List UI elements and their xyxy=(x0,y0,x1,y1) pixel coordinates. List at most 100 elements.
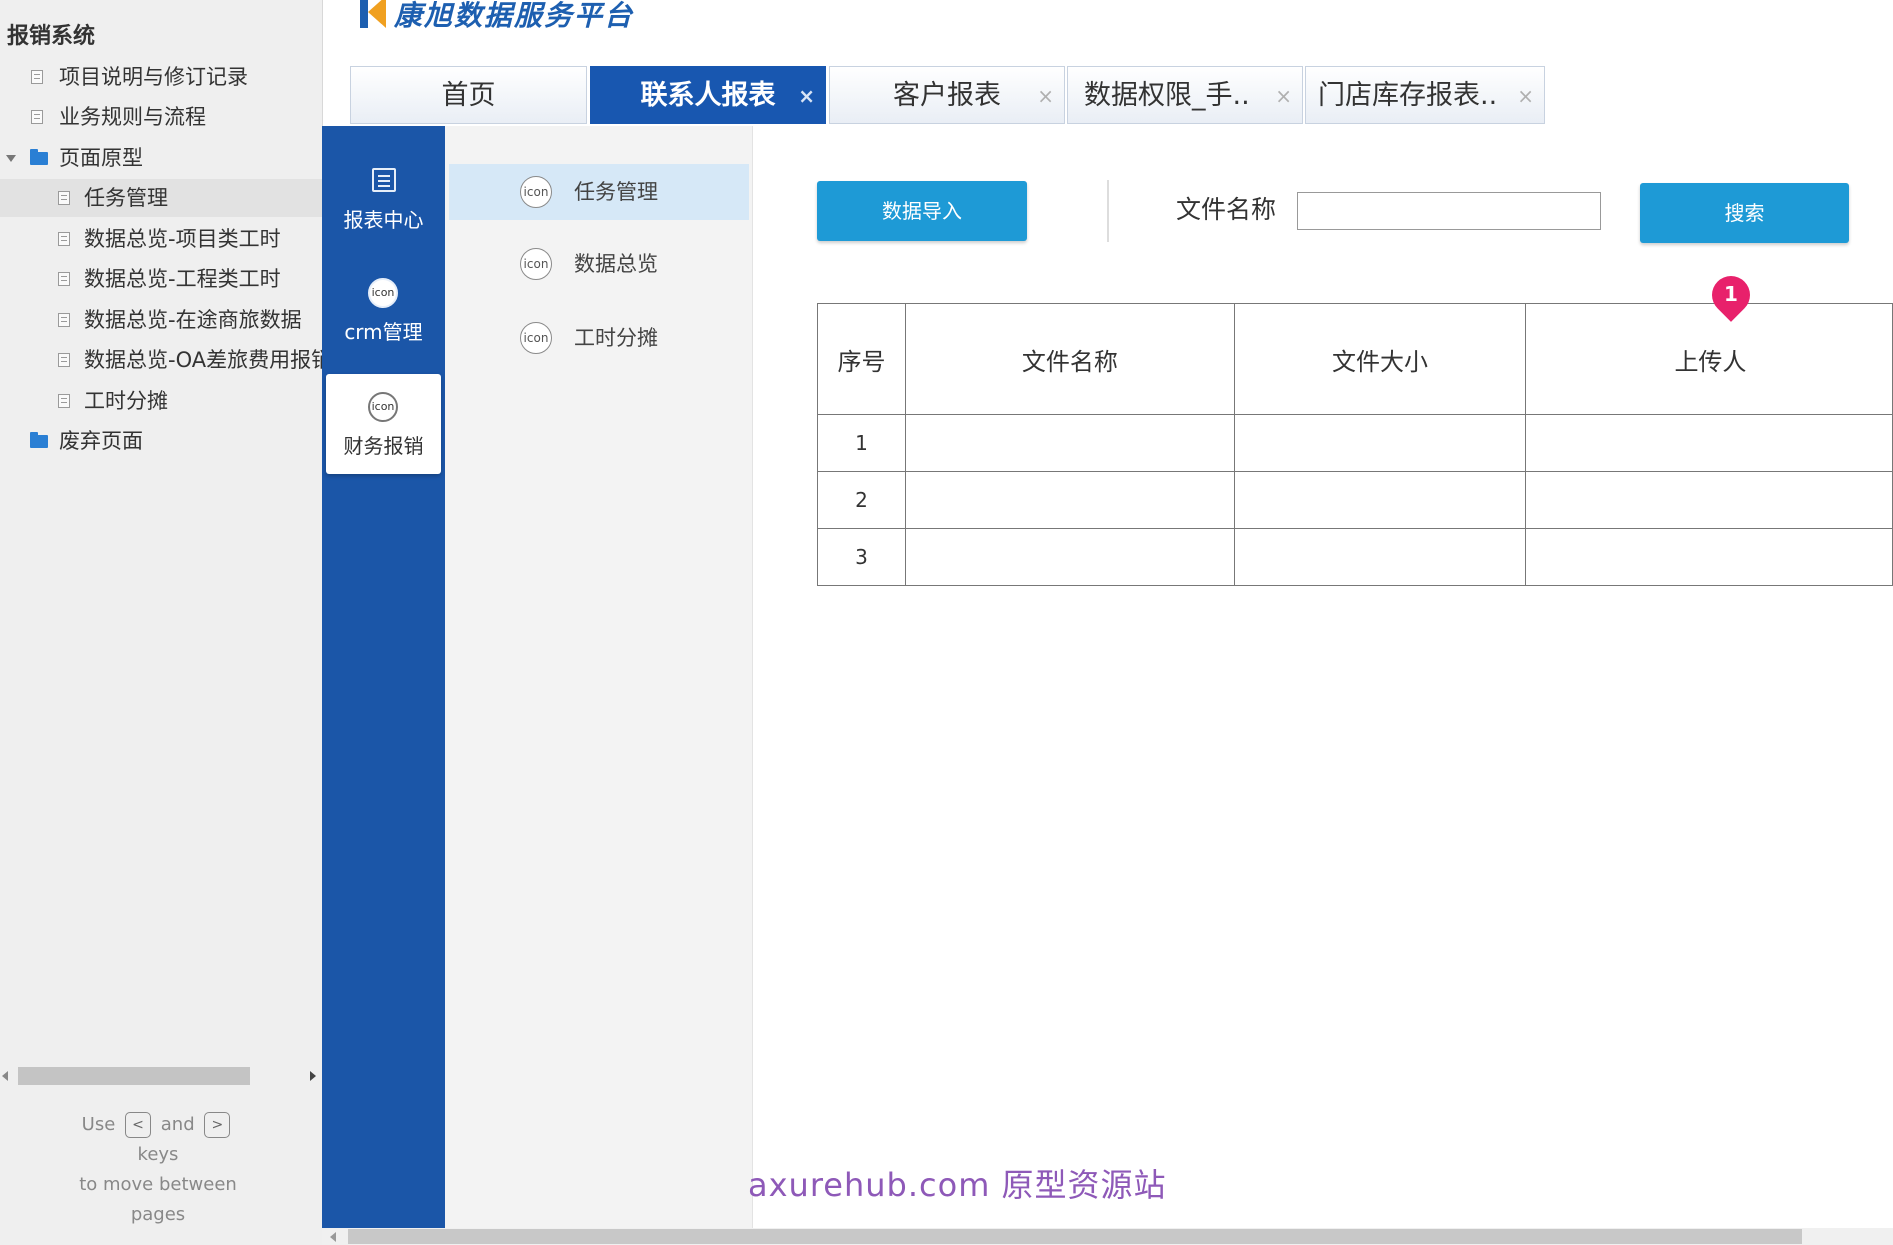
logo-text: 康旭数据服务平台 xyxy=(394,0,635,32)
submenu-item-label: 数据总览 xyxy=(574,252,658,276)
placeholder-icon: icon xyxy=(368,278,398,308)
table-cell-index: 2 xyxy=(816,471,907,529)
scrollbar-thumb[interactable] xyxy=(348,1229,1802,1244)
page-icon xyxy=(58,353,70,367)
sitemap-item-label: 数据总览-项目类工时 xyxy=(84,227,281,251)
sitemap-item-overview-project-hours[interactable]: 数据总览-项目类工时 xyxy=(0,220,322,258)
sitemap-item-label: 数据总览-在途商旅数据 xyxy=(84,308,302,332)
sitemap-item-label: 数据总览-工程类工时 xyxy=(84,267,281,291)
sitemap-horizontal-scrollbar[interactable] xyxy=(0,1065,322,1087)
sitemap-item-project-notes[interactable]: 项目说明与修订记录 xyxy=(0,58,322,96)
filename-label: 文件名称 xyxy=(1176,195,1277,224)
sitemap-item-label: 工时分摊 xyxy=(84,389,168,413)
table-cell xyxy=(1233,528,1527,586)
app-logo: 康旭数据服务平台 xyxy=(358,0,634,34)
table-cell xyxy=(905,471,1235,529)
sitemap-item-label: 项目说明与修订记录 xyxy=(59,65,248,89)
page-icon xyxy=(58,313,70,327)
close-icon[interactable]: × xyxy=(1037,67,1054,123)
tab-home[interactable]: 首页 xyxy=(350,66,587,124)
sitemap-item-label: 废弃页面 xyxy=(59,429,143,453)
expand-arrow-icon[interactable] xyxy=(6,155,16,162)
placeholder-icon: icon xyxy=(520,322,552,354)
scrollbar-thumb[interactable] xyxy=(18,1067,250,1085)
hint-use-text: Use xyxy=(81,1114,116,1135)
submenu-item-hours-allocation[interactable]: icon 工时分摊 xyxy=(449,310,749,366)
toolbar-divider xyxy=(1107,180,1109,242)
submenu-item-task-management[interactable]: icon 任务管理 xyxy=(449,164,749,220)
logo-mark-icon xyxy=(358,0,388,28)
page-icon xyxy=(58,232,70,246)
close-icon[interactable]: × xyxy=(1275,67,1292,123)
list-icon xyxy=(372,168,396,192)
nav-item-label: 财务报销 xyxy=(343,434,424,458)
table-cell-index: 3 xyxy=(816,528,907,586)
previous-key-icon: < xyxy=(125,1112,152,1138)
file-table: 序号 文件名称 文件大小 上传人 1 2 3 xyxy=(816,303,1893,586)
scroll-left-arrow-icon[interactable] xyxy=(2,1071,8,1081)
page-icon xyxy=(58,394,70,408)
table-cell xyxy=(905,414,1235,472)
hint-line3-text: to move between xyxy=(79,1174,237,1195)
sitemap-item-overview-travel-data[interactable]: 数据总览-在途商旅数据 xyxy=(0,301,322,339)
sitemap-folder-deprecated[interactable]: 废弃页面 xyxy=(0,422,322,460)
main-horizontal-scrollbar[interactable] xyxy=(322,1228,1893,1245)
column-header-filename: 文件名称 xyxy=(905,303,1235,415)
tab-customer-report[interactable]: 客户报表 × xyxy=(829,66,1065,124)
table-row: 2 xyxy=(816,471,1893,529)
sitemap-panel: 报销系统 项目说明与修订记录 业务规则与流程 页面原型 任务管理 数据总览-项目… xyxy=(0,0,323,1245)
tab-data-permission[interactable]: 数据权限_手.. × xyxy=(1067,66,1303,124)
tab-store-inventory-report[interactable]: 门店库存报表.. × xyxy=(1305,66,1545,124)
page-icon xyxy=(58,191,70,205)
sitemap-item-business-rules[interactable]: 业务规则与流程 xyxy=(0,98,322,136)
table-cell xyxy=(1525,414,1893,472)
tab-label: 客户报表 xyxy=(893,80,1001,111)
tab-label: 门店库存报表.. xyxy=(1318,80,1498,111)
annotation-number[interactable]: 1 xyxy=(1712,276,1750,314)
nav-item-finance-reimbursement[interactable]: icon 财务报销 xyxy=(326,374,441,474)
nav-item-label: 报表中心 xyxy=(343,208,424,232)
tab-contacts-report[interactable]: 联系人报表 × xyxy=(590,66,826,124)
secondary-menu: icon 任务管理 icon 数据总览 icon 工时分摊 xyxy=(445,126,753,1228)
nav-item-report-center[interactable]: 报表中心 xyxy=(326,148,441,248)
table-cell xyxy=(1525,528,1893,586)
folder-icon xyxy=(30,149,48,165)
data-import-button[interactable]: 数据导入 xyxy=(817,181,1027,241)
page-icon xyxy=(31,110,43,124)
table-cell-index: 1 xyxy=(816,414,907,472)
submenu-item-data-overview[interactable]: icon 数据总览 xyxy=(449,236,749,292)
close-icon[interactable]: × xyxy=(1517,67,1534,123)
sitemap-folder-page-prototype[interactable]: 页面原型 xyxy=(0,139,322,177)
nav-item-label: crm管理 xyxy=(344,320,423,344)
nav-item-crm[interactable]: icon crm管理 xyxy=(326,260,441,360)
scroll-right-arrow-icon[interactable] xyxy=(310,1071,316,1081)
sitemap-item-overview-oa-expense[interactable]: 数据总览-OA差旅费用报销 xyxy=(0,341,322,379)
table-cell xyxy=(1233,414,1527,472)
placeholder-icon: icon xyxy=(368,392,398,422)
primary-sidenav: 报表中心 icon crm管理 icon 财务报销 xyxy=(322,126,445,1228)
close-icon[interactable]: × xyxy=(798,67,815,123)
submenu-item-label: 工时分摊 xyxy=(574,326,658,350)
sitemap-item-hours-allocation[interactable]: 工时分摊 xyxy=(0,382,322,420)
sitemap-item-label: 任务管理 xyxy=(84,186,168,210)
column-header-uploader: 上传人 xyxy=(1525,303,1893,415)
table-row: 1 xyxy=(816,414,1893,472)
page-icon xyxy=(58,272,70,286)
sitemap-title: 报销系统 xyxy=(7,24,96,49)
tab-label: 数据权限_手.. xyxy=(1084,80,1250,111)
tab-label: 首页 xyxy=(441,80,496,111)
scroll-left-arrow-icon[interactable] xyxy=(330,1232,336,1242)
table-row: 3 xyxy=(816,528,1893,586)
hint-line4-text: pages xyxy=(130,1204,186,1225)
sitemap-item-overview-engineering-hours[interactable]: 数据总览-工程类工时 xyxy=(0,260,322,298)
page-icon xyxy=(31,70,43,84)
tab-label: 联系人报表 xyxy=(640,80,776,111)
sitemap-item-task-management[interactable]: 任务管理 xyxy=(0,179,322,217)
placeholder-icon: icon xyxy=(520,248,552,280)
next-key-icon: > xyxy=(204,1112,231,1138)
filename-input[interactable] xyxy=(1297,192,1601,230)
hint-and-text: and xyxy=(160,1114,195,1135)
watermark-text: axurehub.com 原型资源站 xyxy=(748,1166,1167,1204)
sitemap-item-label: 数据总览-OA差旅费用报销 xyxy=(84,348,322,372)
search-button[interactable]: 搜索 xyxy=(1640,183,1849,243)
